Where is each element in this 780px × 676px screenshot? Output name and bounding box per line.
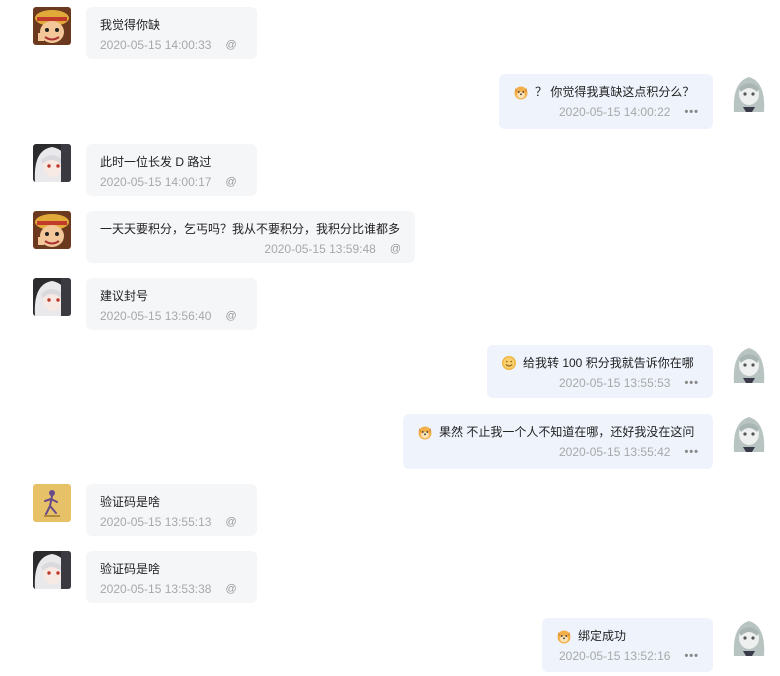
user-avatar[interactable] (33, 211, 71, 249)
dog-emoji-icon (513, 84, 529, 100)
pirate-boy-avatar-icon (33, 211, 71, 249)
message-bubble: 验证码是啥 2020-05-15 13:53:38 @ (86, 551, 257, 603)
user-avatar[interactable] (33, 278, 71, 316)
message-timestamp: 2020-05-15 13:59:48 (264, 242, 376, 256)
mention-icon[interactable]: @ (225, 307, 236, 325)
message-timestamp: 2020-05-15 13:52:16 (559, 649, 671, 663)
message-timestamp: 2020-05-15 13:55:42 (559, 445, 671, 459)
self-avatar[interactable] (730, 345, 768, 383)
silver-hair-girl-avatar-icon (730, 74, 768, 112)
user-avatar[interactable] (33, 551, 71, 589)
self-avatar[interactable] (730, 414, 768, 452)
user-avatar[interactable] (33, 484, 71, 522)
yellow-figure-avatar-icon (33, 484, 71, 522)
message-bubble: 建议封号 2020-05-15 13:56:40 @ (86, 278, 257, 330)
chat-message-list: 我觉得你缺 2020-05-15 14:00:33 @ ？ 你觉得我真缺这点积分么… (0, 0, 780, 676)
mention-icon[interactable]: @ (225, 36, 236, 54)
white-hair-anime-avatar-icon (33, 551, 71, 589)
message-bubble: 给我转 100 积分我就告诉你在哪 2020-05-15 13:55:53 ••• (487, 345, 713, 398)
message-timestamp: 2020-05-15 13:56:40 (100, 309, 212, 323)
more-options-icon[interactable]: ••• (684, 443, 699, 461)
white-hair-anime-avatar-icon (33, 278, 71, 316)
smile-face-emoji-icon (501, 355, 517, 371)
dog-emoji-icon (417, 424, 433, 440)
message-timestamp: 2020-05-15 13:55:53 (559, 376, 671, 390)
message-bubble: 绑定成功 2020-05-15 13:52:16 ••• (542, 618, 713, 672)
user-avatar[interactable] (33, 144, 71, 182)
mention-icon[interactable]: @ (225, 580, 236, 598)
message-bubble: 果然 不止我一个人不知道在哪，还好我没在这问 2020-05-15 13:55:… (403, 414, 713, 469)
message-timestamp: 2020-05-15 13:53:38 (100, 582, 212, 596)
more-options-icon[interactable]: ••• (684, 647, 699, 665)
silver-hair-girl-avatar-icon (730, 345, 768, 383)
message-text: ？ 你觉得我真缺这点积分么？ (535, 85, 695, 99)
message-text: 给我转 100 积分我就告诉你在哪 (523, 356, 694, 370)
message-bubble: 我觉得你缺 2020-05-15 14:00:33 @ (86, 7, 257, 59)
mention-icon[interactable]: @ (390, 240, 401, 258)
message-bubble: ？ 你觉得我真缺这点积分么？ 2020-05-15 14:00:22 ••• (499, 74, 713, 129)
message-timestamp: 2020-05-15 13:55:13 (100, 515, 212, 529)
message-text: 此时一位长发 D 路过 (100, 155, 212, 169)
message-text: 我觉得你缺 (100, 18, 161, 32)
message-timestamp: 2020-05-15 14:00:17 (100, 175, 212, 189)
silver-hair-girl-avatar-icon (730, 618, 768, 656)
message-bubble: 一天天要积分，乞丐吗？我从不要积分，我积分比谁都多 2020-05-15 13:… (86, 211, 415, 263)
more-options-icon[interactable]: ••• (684, 374, 699, 392)
white-hair-anime-avatar-icon (33, 144, 71, 182)
more-options-icon[interactable]: ••• (684, 103, 699, 121)
message-timestamp: 2020-05-15 14:00:22 (559, 105, 671, 119)
message-bubble: 验证码是啥 2020-05-15 13:55:13 @ (86, 484, 257, 536)
self-avatar[interactable] (730, 74, 768, 112)
dog-emoji-icon (556, 628, 572, 644)
mention-icon[interactable]: @ (225, 513, 236, 531)
message-timestamp: 2020-05-15 14:00:33 (100, 38, 212, 52)
user-avatar[interactable] (33, 7, 71, 45)
message-bubble: 此时一位长发 D 路过 2020-05-15 14:00:17 @ (86, 144, 257, 196)
pirate-boy-avatar-icon (33, 7, 71, 45)
message-text: 验证码是啥 (100, 562, 161, 576)
silver-hair-girl-avatar-icon (730, 414, 768, 452)
message-text: 绑定成功 (578, 629, 627, 643)
message-text: 建议封号 (100, 289, 149, 303)
mention-icon[interactable]: @ (225, 173, 236, 191)
message-text: 一天天要积分，乞丐吗？我从不要积分，我积分比谁都多 (100, 222, 401, 236)
message-text: 果然 不止我一个人不知道在哪，还好我没在这问 (439, 425, 695, 439)
self-avatar[interactable] (730, 618, 768, 656)
message-text: 验证码是啥 (100, 495, 161, 509)
